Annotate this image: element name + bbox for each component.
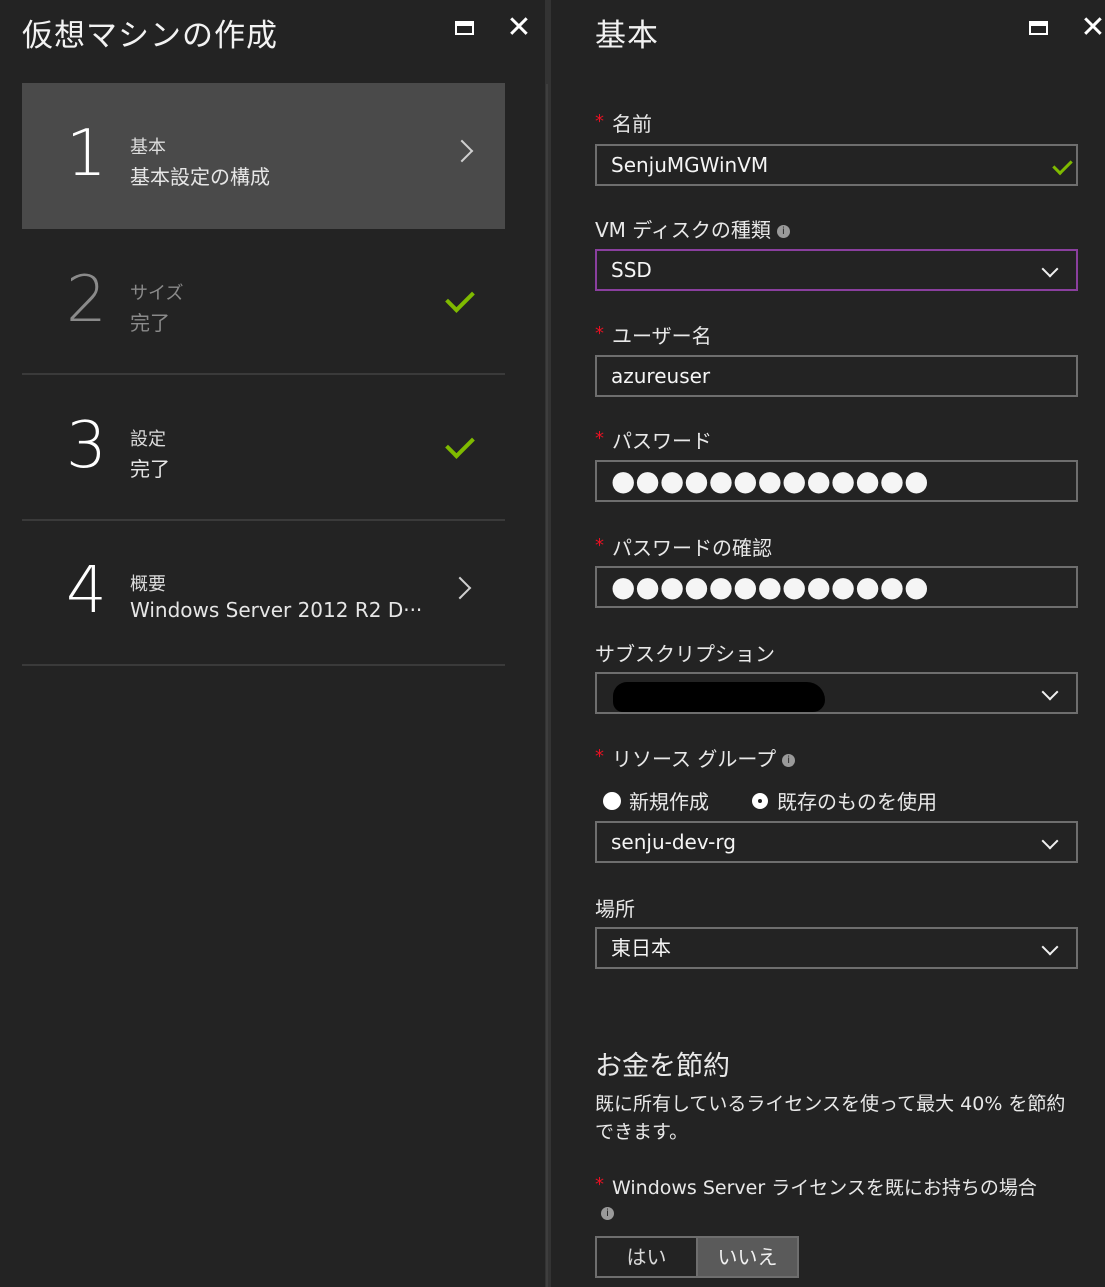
password-label: * パスワード (595, 428, 712, 453)
step-number: 1 (66, 117, 107, 191)
resource-group-value: senju-dev-rg (611, 830, 736, 854)
chevron-down-icon (1041, 683, 1059, 701)
license-label: * Windows Server ライセンスを既にお持ちの場合 (595, 1174, 1037, 1199)
license-no-button[interactable]: いいえ (696, 1238, 797, 1276)
disk-type-value: SSD (611, 258, 652, 282)
name-label: * 名前 (595, 111, 652, 136)
password-value: ●●●●●●●●●●●●● (611, 464, 929, 497)
radio-new[interactable] (603, 791, 621, 810)
step-size[interactable]: 2 サイズ 完了 (22, 229, 505, 375)
location-select[interactable]: 東日本 (595, 927, 1078, 969)
create-vm-blade: 仮想マシンの作成 ✕ 1 基本 基本設定の構成 2 サイズ 完了 3 設定 完了… (0, 0, 545, 1287)
location-label: 場所 (595, 897, 635, 921)
resource-group-label: * リソース グループ i (595, 743, 796, 772)
checkmark-icon (445, 283, 475, 313)
step-subtitle: 完了 (130, 311, 170, 335)
checkmark-icon (445, 429, 475, 459)
close-icon: ✕ (506, 10, 532, 45)
step-number: 2 (66, 263, 107, 337)
name-input[interactable]: SenjuMGWinVM (595, 144, 1078, 186)
blade-title: 仮想マシンの作成 (22, 18, 278, 54)
name-value: SenjuMGWinVM (611, 153, 769, 177)
basics-blade: 基本 ✕ * 名前 SenjuMGWinVM VM ディスクの種類 i SSD * ユ… (551, 0, 1105, 1287)
savings-heading: お金を節約 (595, 1051, 730, 1082)
blade-title: 基本 (595, 18, 659, 54)
step-number: 4 (66, 554, 107, 628)
radio-existing[interactable] (753, 793, 767, 808)
chevron-down-icon (1041, 260, 1059, 278)
maximize-button[interactable] (1022, 12, 1054, 44)
step-number: 3 (66, 409, 107, 483)
disk-type-select[interactable]: SSD (595, 249, 1078, 291)
step-title: 概要 (130, 574, 166, 595)
password-confirm-value: ●●●●●●●●●●●●● (611, 570, 929, 603)
required-marker: * (595, 535, 604, 556)
step-subtitle: Windows Server 2012 R2 D··· (130, 598, 423, 622)
resource-group-radio-new[interactable]: 新規作成 (603, 786, 709, 815)
username-value: azureuser (611, 364, 711, 388)
required-marker: * (595, 428, 604, 449)
required-marker: * (595, 111, 604, 132)
step-basics[interactable]: 1 基本 基本設定の構成 (22, 83, 505, 229)
savings-description: 既に所有しているライセンスを使って最大 40% を節約できます。 (595, 1093, 1066, 1143)
required-marker: * (595, 746, 604, 767)
subscription-label: サブスクリプション (595, 642, 775, 666)
password-confirm-input[interactable]: ●●●●●●●●●●●●● (595, 566, 1078, 608)
info-icon[interactable]: i (782, 754, 796, 767)
license-yes-button[interactable]: はい (597, 1238, 696, 1276)
username-label: * ユーザー名 (595, 323, 712, 348)
close-icon: ✕ (1080, 10, 1105, 45)
password-confirm-label: * パスワードの確認 (595, 535, 772, 560)
license-toggle[interactable]: はい いいえ (595, 1236, 799, 1278)
resource-group-select[interactable]: senju-dev-rg (595, 821, 1078, 863)
maximize-button[interactable] (448, 12, 480, 44)
chevron-down-icon (1041, 832, 1059, 850)
password-input[interactable]: ●●●●●●●●●●●●● (595, 460, 1078, 502)
close-button[interactable]: ✕ (503, 12, 535, 44)
maximize-icon (454, 21, 474, 35)
step-subtitle: 基本設定の構成 (130, 165, 270, 189)
required-marker: * (595, 1174, 604, 1195)
step-title: 基本 (130, 137, 166, 158)
chevron-right-icon (450, 139, 474, 163)
redacted-subscription (613, 682, 825, 712)
required-marker: * (595, 323, 604, 344)
maximize-icon (1028, 21, 1048, 35)
location-value: 東日本 (611, 936, 671, 960)
info-icon[interactable]: i (776, 225, 790, 238)
info-icon[interactable]: i (601, 1207, 614, 1220)
resource-group-radio-existing[interactable]: 既存のものを使用 (751, 786, 937, 815)
step-subtitle: 完了 (130, 457, 170, 481)
close-button[interactable]: ✕ (1077, 12, 1105, 44)
step-title: 設定 (130, 429, 166, 450)
subscription-select[interactable] (595, 672, 1078, 714)
username-input[interactable]: azureuser (595, 355, 1078, 397)
step-title: サイズ (130, 283, 184, 304)
chevron-right-icon (448, 576, 472, 600)
step-summary[interactable]: 4 概要 Windows Server 2012 R2 D··· (22, 520, 505, 666)
disk-type-label: VM ディスクの種類 i (595, 214, 790, 243)
chevron-down-icon (1041, 938, 1059, 956)
step-settings[interactable]: 3 設定 完了 (22, 375, 505, 521)
valid-check-icon (1052, 154, 1073, 176)
